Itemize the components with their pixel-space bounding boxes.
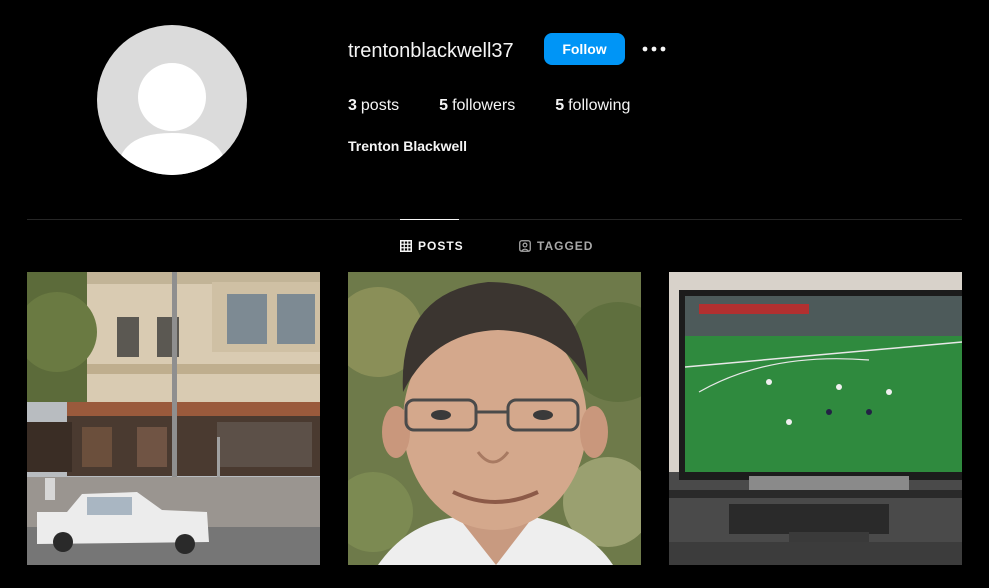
tabs-divider xyxy=(27,219,962,220)
posts-stat-label: posts xyxy=(360,97,400,114)
profile-full-name: Trenton Blackwell xyxy=(348,138,468,154)
posts-stat: 3 posts xyxy=(348,96,399,116)
tv-football-image xyxy=(669,272,962,565)
post-thumbnail-1[interactable] xyxy=(27,272,320,565)
default-avatar-icon xyxy=(117,63,227,175)
grid-icon xyxy=(400,240,412,252)
follow-button[interactable]: Follow xyxy=(544,33,625,65)
profile-stats: 3 posts 5 followers 5 following xyxy=(348,96,670,116)
profile-username: trentonblackwell37 xyxy=(348,40,514,62)
following-count: 5 xyxy=(555,97,565,114)
tab-tagged-label: TAGGED xyxy=(537,239,594,253)
posts-count: 3 xyxy=(348,97,357,114)
post-thumbnail-3[interactable] xyxy=(669,272,962,565)
man-portrait-image xyxy=(348,272,641,565)
followers-stat[interactable]: 5 followers xyxy=(439,96,515,116)
tab-posts-label: POSTS xyxy=(418,239,464,253)
followers-count: 5 xyxy=(439,97,449,114)
following-stat[interactable]: 5 following xyxy=(555,96,630,116)
following-stat-label: following xyxy=(568,97,631,114)
profile-avatar[interactable] xyxy=(97,25,247,175)
tagged-person-icon xyxy=(519,240,531,252)
tab-tagged[interactable]: TAGGED xyxy=(519,239,593,253)
post-thumbnail-2[interactable] xyxy=(348,272,641,565)
active-tab-indicator xyxy=(400,219,459,220)
more-dots-icon xyxy=(642,46,666,52)
followers-stat-label: followers xyxy=(452,97,516,114)
more-options-button[interactable] xyxy=(640,36,668,62)
tab-posts[interactable]: POSTS xyxy=(400,239,464,253)
street-building-image xyxy=(27,272,320,565)
